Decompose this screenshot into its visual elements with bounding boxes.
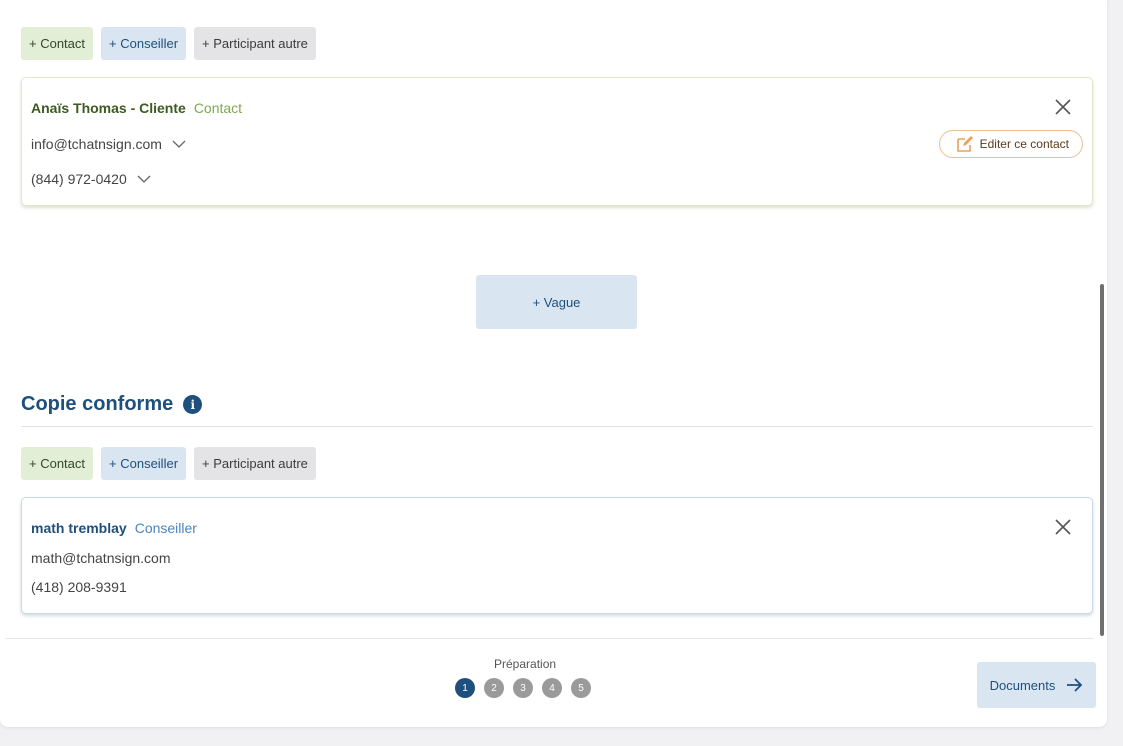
copie-add-contact-button[interactable]: + Contact: [21, 447, 94, 480]
main-panel: + Contact + Conseiller + Participant aut…: [0, 0, 1107, 727]
copie-add-conseiller-button[interactable]: + Conseiller: [101, 447, 187, 480]
chevron-down-icon[interactable]: [172, 139, 186, 149]
copie-conforme-title-text: Copie conforme: [21, 393, 174, 415]
step-4[interactable]: 4: [542, 678, 562, 698]
contact-email: info@tchatnsign.com: [31, 136, 162, 152]
step-2[interactable]: 2: [484, 678, 504, 698]
info-icon[interactable]: i: [183, 395, 203, 414]
step-5[interactable]: 5: [571, 678, 591, 698]
contact-role: Contact: [193, 100, 243, 116]
step-1[interactable]: 1: [455, 678, 475, 698]
conseiller-card-header: math tremblay Conseiller: [31, 520, 197, 536]
contact-email-select[interactable]: info@tchatnsign.com: [31, 136, 186, 152]
step-label: Préparation: [494, 657, 557, 671]
participant-add-buttons: + Contact + Conseiller + Participant aut…: [21, 27, 316, 60]
contact-card-header: Anaïs Thomas - Cliente Contact: [31, 100, 242, 116]
contact-phone: (844) 972-0420: [31, 171, 127, 187]
conseiller-role: Conseiller: [134, 520, 197, 536]
close-icon[interactable]: [1054, 518, 1072, 536]
stepper: 1 2 3 4 5: [455, 678, 591, 698]
add-contact-button[interactable]: + Contact: [21, 27, 94, 60]
arrow-right-icon: [1067, 678, 1083, 692]
conseiller-email: math@tchatnsign.com: [31, 550, 171, 566]
conseiller-name: math tremblay: [31, 520, 127, 536]
conseiller-email-text: math@tchatnsign.com: [31, 550, 171, 566]
contact-name: Anaïs Thomas - Cliente: [31, 100, 186, 116]
conseiller-phone: (418) 208-9391: [31, 579, 127, 595]
edit-contact-label: Editer ce contact: [979, 137, 1069, 151]
chevron-down-icon[interactable]: [137, 174, 151, 184]
add-vague-button[interactable]: + Vague: [476, 275, 637, 329]
close-icon[interactable]: [1054, 98, 1072, 116]
copie-add-buttons: + Contact + Conseiller + Participant aut…: [21, 447, 316, 480]
section-divider: [21, 426, 1093, 427]
contact-phone-select[interactable]: (844) 972-0420: [31, 171, 151, 187]
contact-card: Anaïs Thomas - Cliente Contact info@tcha…: [21, 77, 1093, 206]
conseiller-card: math tremblay Conseiller math@tchatnsign…: [21, 497, 1093, 614]
footer-divider: [6, 638, 1094, 639]
scrollbar-thumb[interactable]: [1100, 284, 1104, 636]
documents-label: Documents: [989, 677, 1056, 693]
edit-icon: [956, 136, 973, 152]
copie-add-participant-autre-button[interactable]: + Participant autre: [194, 447, 316, 480]
conseiller-phone-text: (418) 208-9391: [31, 579, 127, 595]
add-participant-autre-button[interactable]: + Participant autre: [194, 27, 316, 60]
step-3[interactable]: 3: [513, 678, 533, 698]
documents-next-button[interactable]: Documents: [977, 662, 1096, 708]
add-conseiller-button[interactable]: + Conseiller: [101, 27, 187, 60]
edit-contact-button[interactable]: Editer ce contact: [938, 130, 1083, 158]
copie-conforme-title: Copie conforme i: [21, 393, 203, 416]
